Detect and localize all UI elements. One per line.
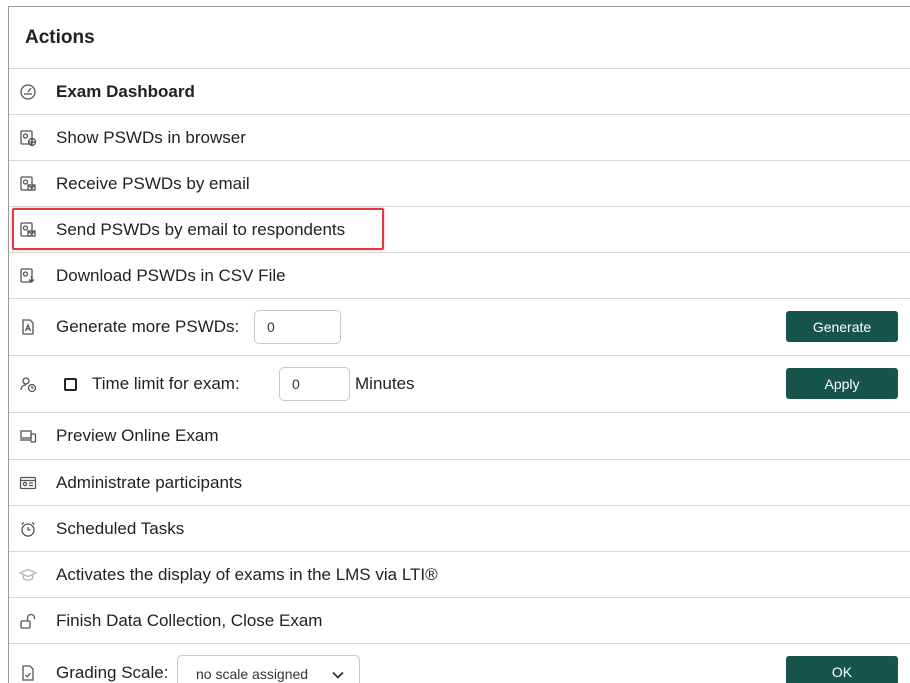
graduation-cap-icon: [19, 566, 37, 584]
minutes-label: Minutes: [355, 374, 415, 393]
action-exam-dashboard[interactable]: Exam Dashboard: [9, 69, 910, 115]
finish-data-collection-label: Finish Data Collection, Close Exam: [56, 610, 323, 630]
generate-more-label: Generate more PSWDs:: [56, 317, 240, 336]
document-check-icon: [19, 664, 37, 682]
grading-scale-value: no scale assigned: [196, 666, 309, 682]
exam-dashboard-label: Exam Dashboard: [56, 81, 195, 101]
action-finish-data-collection[interactable]: Finish Data Collection, Close Exam: [9, 598, 910, 644]
pdf-document-icon: [19, 318, 37, 336]
action-time-limit: Time limit for exam: Minutes Apply: [9, 356, 910, 413]
show-pswds-browser-label: Show PSWDs in browser: [56, 127, 246, 147]
unlock-icon: [19, 612, 37, 630]
user-card-mail-icon: [19, 221, 37, 239]
ok-button[interactable]: OK: [786, 656, 898, 683]
laptop-phone-icon: [19, 427, 37, 445]
action-preview-online-exam[interactable]: Preview Online Exam: [9, 413, 910, 460]
action-scheduled-tasks[interactable]: Scheduled Tasks: [9, 506, 910, 552]
action-receive-pswds-email[interactable]: Receive PSWDs by email: [9, 161, 910, 207]
preview-online-exam-label: Preview Online Exam: [56, 426, 219, 445]
action-grading-scale: Grading Scale: no scale assigned OK: [9, 644, 910, 683]
user-clock-icon: [19, 375, 37, 393]
download-pswds-csv-label: Download PSWDs in CSV File: [56, 265, 286, 285]
grading-scale-label: Grading Scale:: [56, 662, 169, 682]
actions-panel: Actions Exam Dashboard Show PSWDs in bro…: [8, 6, 910, 683]
time-limit-label: Time limit for exam:: [92, 374, 240, 393]
apply-button[interactable]: Apply: [786, 368, 898, 399]
action-activate-lms-display[interactable]: Activates the display of exams in the LM…: [9, 552, 910, 598]
chevron-down-icon: [332, 671, 344, 679]
generate-count-input[interactable]: [254, 310, 341, 344]
id-card-icon: [19, 474, 37, 492]
user-card-mail-icon: [19, 175, 37, 193]
action-show-pswds-browser[interactable]: Show PSWDs in browser: [9, 115, 910, 161]
time-limit-checkbox[interactable]: [64, 377, 77, 391]
scheduled-tasks-label: Scheduled Tasks: [56, 518, 185, 538]
action-send-pswds-respondents[interactable]: Send PSWDs by email to respondents: [9, 207, 910, 253]
alarm-clock-icon: [19, 520, 37, 538]
grading-scale-select[interactable]: no scale assigned: [177, 655, 360, 683]
activate-lms-display-label: Activates the display of exams in the LM…: [56, 564, 438, 584]
action-administrate-participants[interactable]: Administrate participants: [9, 460, 910, 506]
action-generate-more-pswds: Generate more PSWDs: Generate: [9, 299, 910, 356]
user-card-download-icon: [19, 267, 37, 285]
actions-header: Actions: [9, 7, 910, 69]
administrate-participants-label: Administrate participants: [56, 472, 243, 492]
receive-pswds-email-label: Receive PSWDs by email: [56, 173, 250, 193]
dashboard-gauge-icon: [19, 83, 37, 101]
time-limit-input[interactable]: [279, 367, 350, 401]
action-download-pswds-csv[interactable]: Download PSWDs in CSV File: [9, 253, 910, 299]
user-card-globe-icon: [19, 129, 37, 147]
generate-button[interactable]: Generate: [786, 311, 898, 342]
send-pswds-respondents-label: Send PSWDs by email to respondents: [56, 219, 346, 239]
actions-title: Actions: [25, 26, 95, 48]
